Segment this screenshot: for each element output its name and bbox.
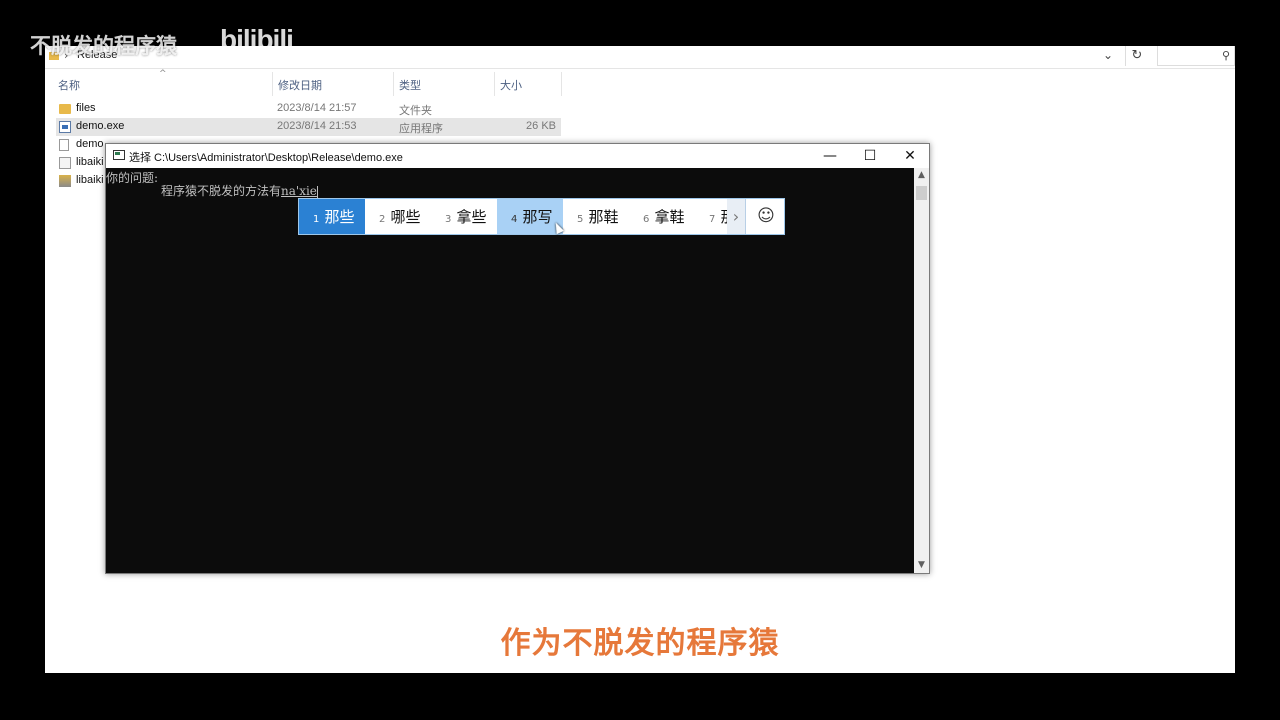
- minimize-button[interactable]: —: [810, 144, 850, 168]
- candidate-number: 3: [445, 214, 452, 225]
- search-icon: ⚲: [1221, 49, 1230, 62]
- file-icon: [59, 139, 69, 151]
- column-header-name[interactable]: 名称: [58, 77, 80, 93]
- column-divider[interactable]: [272, 72, 273, 96]
- prompt-text: 你的问题:: [106, 171, 159, 185]
- console-app-icon: [113, 150, 125, 160]
- candidate-text: 那写: [522, 208, 553, 226]
- ime-candidate-bar: 1 那些 2 哪些 3 拿些 4 那写 5 那鞋 6 拿鞋 7 那 › ☺: [298, 198, 785, 235]
- candidate-text: 那些: [324, 208, 355, 226]
- file-date: 2023/8/14 21:53: [277, 120, 357, 132]
- close-button[interactable]: ✕: [890, 144, 930, 168]
- text-caret: [316, 185, 318, 198]
- column-header-size[interactable]: 大小: [500, 77, 522, 93]
- file-size: 26 KB: [526, 120, 556, 132]
- candidate-number: 5: [577, 214, 584, 225]
- video-subtitle: 作为不脱发的程序猿: [500, 626, 780, 661]
- chevron-down-icon[interactable]: ⌄: [1103, 48, 1113, 62]
- column-header-type[interactable]: 类型: [399, 77, 421, 93]
- file-name: libaiki: [76, 174, 104, 186]
- ime-candidate-1[interactable]: 1 那些: [299, 199, 365, 234]
- ime-composition-text: na'xie: [281, 184, 317, 198]
- channel-watermark: 不脱发的程序猿: [30, 34, 177, 58]
- bilibili-logo: bilibili: [220, 24, 294, 55]
- scroll-up-icon[interactable]: ▲: [914, 170, 929, 180]
- file-name: libaiki: [76, 156, 104, 168]
- candidate-number: 7: [709, 214, 716, 225]
- window-title: 选择 C:\Users\Administrator\Desktop\Releas…: [129, 152, 403, 164]
- scroll-down-icon[interactable]: ▼: [914, 560, 929, 570]
- file-name: demo.exe: [76, 120, 125, 132]
- ime-candidate-5[interactable]: 5 那鞋: [563, 199, 629, 234]
- candidate-text: 拿鞋: [654, 208, 685, 226]
- dll-icon: [59, 157, 71, 169]
- file-name: files: [76, 102, 96, 114]
- column-divider[interactable]: [561, 72, 562, 96]
- file-date: 2023/8/14 21:57: [277, 102, 357, 114]
- input-text: 程序猿不脱发的方法有: [161, 184, 282, 198]
- ime-candidate-2[interactable]: 2 哪些: [365, 199, 431, 234]
- sort-ascending-icon: ^: [159, 69, 167, 79]
- file-row-demo-exe[interactable]: demo.exe 2023/8/14 21:53 应用程序 26 KB: [56, 118, 561, 136]
- scrollbar-thumb[interactable]: [916, 186, 927, 200]
- column-divider[interactable]: [494, 72, 495, 96]
- ime-candidate-3[interactable]: 3 拿些: [431, 199, 497, 234]
- file-name: demo: [76, 138, 104, 150]
- candidate-number: 4: [511, 214, 518, 225]
- folder-icon: [59, 104, 71, 114]
- maximize-button[interactable]: ☐: [850, 144, 890, 168]
- ime-candidate-4[interactable]: 4 那写: [497, 199, 563, 234]
- application-icon: [59, 121, 71, 133]
- chevron-right-icon[interactable]: ›: [727, 199, 746, 234]
- file-type: 文件夹: [399, 105, 432, 117]
- candidate-number: 2: [379, 214, 386, 225]
- candidate-number: 1: [313, 214, 320, 225]
- candidate-text: 拿些: [456, 208, 487, 226]
- file-type: 应用程序: [399, 123, 443, 135]
- candidate-text: 那鞋: [588, 208, 619, 226]
- candidate-text: 哪些: [390, 208, 421, 226]
- ime-candidate-7[interactable]: 7 那: [695, 199, 727, 234]
- package-icon: [59, 175, 71, 187]
- file-row-files[interactable]: files 2023/8/14 21:57 文件夹: [56, 100, 561, 118]
- search-input[interactable]: ⚲: [1157, 46, 1235, 66]
- column-divider[interactable]: [393, 72, 394, 96]
- emoji-icon[interactable]: ☺: [748, 199, 784, 234]
- candidate-number: 6: [643, 214, 650, 225]
- refresh-button[interactable]: ↻: [1125, 46, 1148, 66]
- console-title-bar[interactable]: 选择 C:\Users\Administrator\Desktop\Releas…: [106, 144, 929, 168]
- console-input-line: 程序猿不脱发的方法有na'xie: [161, 182, 318, 199]
- column-header-date[interactable]: 修改日期: [278, 77, 322, 93]
- vertical-scrollbar[interactable]: ▲ ▼: [914, 168, 929, 573]
- ime-candidate-6[interactable]: 6 拿鞋: [629, 199, 695, 234]
